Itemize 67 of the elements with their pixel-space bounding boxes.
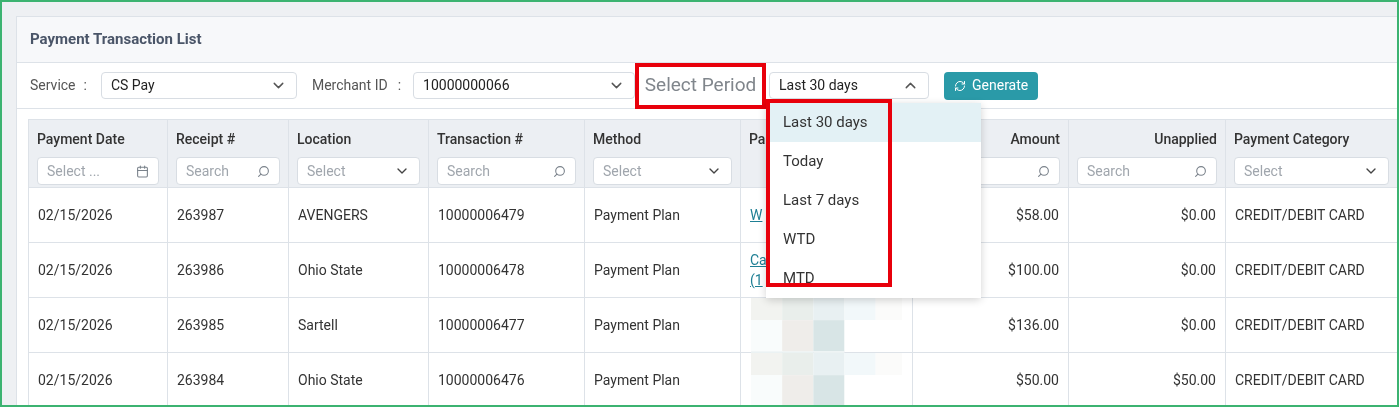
table-cell-text: Payment Plan (594, 260, 681, 280)
table-cell-text: $0.00 (1179, 260, 1216, 280)
separator: : (83, 76, 87, 95)
select-field[interactable]: Select (297, 157, 420, 185)
table-cell-text: CREDIT/DEBIT CARD (1235, 260, 1366, 280)
table-cell-text: 263984 (177, 370, 226, 390)
search-icon (1037, 164, 1050, 178)
table-cell-text: 263985 (177, 315, 226, 335)
table-cell-text: 02/15/2026 (38, 260, 114, 280)
table-cell-text: $100.00 (1007, 260, 1059, 280)
period-select[interactable]: Last 30 days (769, 72, 930, 99)
payment-link[interactable]: W (750, 205, 763, 225)
table-cell-text: $0.00 (1179, 205, 1216, 225)
column-header: Transaction # (437, 130, 525, 149)
search-field[interactable]: Search (1077, 157, 1217, 185)
menu-option[interactable]: MTD (766, 259, 982, 298)
table-cell-text: 02/15/2026 (38, 370, 114, 390)
table-cell-text: $58.00 (1014, 205, 1059, 225)
column-header: Payment Category (1234, 130, 1351, 149)
table-cell-text: $50.00 (1014, 370, 1059, 390)
select-field[interactable]: Select (1234, 157, 1389, 185)
period-label: Select Period (644, 72, 757, 99)
column-header: Pa (749, 130, 767, 149)
payment-link[interactable]: Ca (1 (750, 250, 767, 290)
date-field[interactable]: Select ... (37, 157, 159, 185)
table-cell-text: 02/15/2026 (38, 205, 114, 225)
table-cell-text: Payment Plan (594, 315, 681, 335)
table-cell-text: 10000006476 (438, 370, 526, 390)
table-cell-text: 10000006477 (438, 315, 526, 335)
refresh-icon (954, 79, 967, 92)
table-cell-text: 10000006479 (438, 205, 526, 225)
search-icon (553, 164, 566, 178)
search-field[interactable]: Search (437, 157, 576, 185)
calendar-icon (136, 164, 149, 178)
table-cell-text: 263986 (177, 260, 226, 280)
table-cell-text: 02/15/2026 (38, 315, 114, 335)
search-field[interactable]: Search (176, 157, 280, 185)
table-cell-text: Ohio State (298, 370, 364, 390)
table-cell-text: 263987 (177, 205, 226, 225)
merchant-label: Merchant ID (311, 76, 388, 95)
table-cell-text: AVENGERS (298, 205, 369, 225)
service-select[interactable]: CS Pay (100, 72, 297, 99)
column-header: Method (593, 130, 642, 149)
generate-button[interactable]: Generate (944, 71, 1039, 100)
separator: : (397, 76, 402, 95)
table-cell-text: $0.00 (1179, 315, 1216, 335)
service-label: Service (30, 76, 76, 95)
column-header: Unapplied (1153, 130, 1217, 149)
search-icon (1194, 164, 1207, 178)
table-cell-text: CREDIT/DEBIT CARD (1235, 205, 1366, 225)
column-header: Payment Date (37, 130, 126, 149)
column-header: Location (297, 130, 353, 149)
table-cell-text: Payment Plan (594, 205, 681, 225)
column-header: Receipt # (176, 130, 237, 149)
table-cell-text: Payment Plan (594, 370, 681, 390)
column-header: Amount (1009, 130, 1060, 149)
table-cell-text: Ohio State (298, 260, 364, 280)
table-cell-text: CREDIT/DEBIT CARD (1235, 370, 1366, 390)
page-title: Payment Transaction List (30, 29, 202, 51)
table-cell-text: CREDIT/DEBIT CARD (1235, 315, 1366, 335)
table-cell-text: $136.00 (1007, 315, 1059, 335)
search-icon (257, 164, 270, 178)
table-cell-text: 10000006478 (438, 260, 526, 280)
select-field[interactable]: Select (593, 157, 732, 185)
table-cell-text: Sartell (298, 315, 339, 335)
table-cell-text: $50.00 (1171, 370, 1216, 390)
merchant-select[interactable]: 10000000066 (413, 72, 636, 99)
